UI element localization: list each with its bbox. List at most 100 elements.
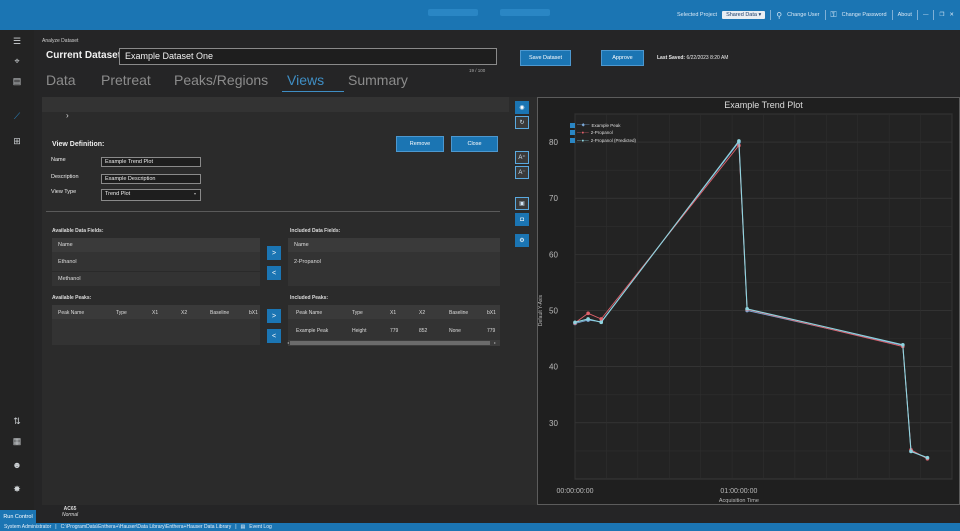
grid-icon[interactable]: ⊞ xyxy=(8,134,26,148)
description-label: Description xyxy=(51,174,79,180)
cell-x2[interactable]: 852 xyxy=(419,328,427,334)
analyze-chart-icon[interactable]: ⟋ xyxy=(8,109,26,123)
legend-item[interactable]: —●— 2-Propanol xyxy=(570,130,613,135)
window-tab[interactable] xyxy=(500,9,550,16)
menu-icon[interactable]: ☰ xyxy=(8,34,26,48)
last-saved-value: 6/22/2023 8:20 AM xyxy=(686,55,729,61)
y-tick-label: 50 xyxy=(549,307,558,316)
remove-button[interactable]: Remove xyxy=(396,136,444,152)
data-point xyxy=(573,320,577,325)
project-select-value: Shared Data xyxy=(726,12,757,18)
included-fields-grid: Name 2-Propanol xyxy=(288,238,500,286)
lock-icon: ⚿ xyxy=(830,10,837,19)
instrument-mode: Normal xyxy=(62,512,79,518)
close-window-icon[interactable]: ✕ xyxy=(949,12,954,18)
chart-title: Example Trend Plot xyxy=(724,100,803,110)
tab-peaks-regions[interactable]: Peaks/Regions xyxy=(174,72,268,88)
grid-header: Name xyxy=(52,238,260,252)
col-x2: X2 xyxy=(181,310,188,316)
divider xyxy=(824,10,826,20)
camera-icon[interactable]: ◘ xyxy=(515,213,529,226)
data-point xyxy=(745,307,749,311)
restore-icon[interactable]: ❐ xyxy=(939,12,944,18)
tab-summary[interactable]: Summary xyxy=(348,72,408,88)
font-decrease-icon[interactable]: A⁻ xyxy=(515,166,529,179)
data-point xyxy=(586,311,590,316)
list-item[interactable]: 2-Propanol xyxy=(288,255,500,269)
available-peaks-title: Available Peaks: xyxy=(52,295,92,301)
settings-icon[interactable]: ✸ xyxy=(8,482,26,496)
project-label: Selected Project xyxy=(677,12,718,18)
scroll-left-icon[interactable]: ◂ xyxy=(287,340,289,345)
remove-peak-button[interactable]: < xyxy=(267,329,281,343)
window-tab[interactable] xyxy=(428,9,478,16)
cell-x1[interactable]: 779 xyxy=(390,328,398,334)
cell-type[interactable]: Height xyxy=(352,328,366,334)
tab-data[interactable]: Data xyxy=(46,72,76,88)
col-x1: X1 xyxy=(152,310,159,316)
chevron-down-icon: ▾ xyxy=(194,191,197,196)
save-dataset-button[interactable]: Save Dataset xyxy=(520,50,571,66)
view-definition-title: View Definition: xyxy=(52,141,105,148)
description-input[interactable]: Example Description xyxy=(101,174,201,184)
col-type: Type xyxy=(116,310,127,316)
settings-grid-icon[interactable]: ⚙ xyxy=(515,234,529,247)
status-user: System Administrator xyxy=(4,524,52,530)
event-log-link[interactable]: Event Log xyxy=(249,524,272,530)
users-icon[interactable]: ☻ xyxy=(8,458,26,472)
font-increase-icon[interactable]: A⁺ xyxy=(515,151,529,164)
cell-bx1[interactable]: 779 xyxy=(487,328,495,334)
trend-chart[interactable]: 30 40 50 60 70 80 00:00:00:00 01:00:00:00 Exampl… xyxy=(537,97,960,505)
database-icon[interactable]: ▤ xyxy=(8,74,26,88)
tab-pretreat[interactable]: Pretreat xyxy=(101,72,151,88)
add-field-button[interactable]: > xyxy=(267,246,281,260)
cell-peak-name[interactable]: Example Peak xyxy=(296,328,328,334)
checkbox-icon[interactable] xyxy=(570,122,575,128)
refresh-icon[interactable]: ↻ xyxy=(515,116,529,129)
change-user-link[interactable]: Change User xyxy=(787,12,819,18)
minimize-icon[interactable]: — xyxy=(923,12,929,18)
data-point xyxy=(737,139,741,143)
char-count: 19 / 100 xyxy=(469,68,486,73)
eye-icon[interactable]: ◉ xyxy=(515,101,529,114)
y-tick-label: 40 xyxy=(549,363,558,372)
list-item[interactable]: Methanol xyxy=(52,271,260,285)
last-saved: Last Saved: 6/22/2023 8:20 AM xyxy=(657,55,728,61)
y-tick-label: 30 xyxy=(549,419,558,428)
close-button[interactable]: Close xyxy=(451,136,498,152)
image-export-icon[interactable]: ▣ xyxy=(515,197,529,210)
status-path: C:\ProgramData\Enthera+\Hauser\Data Libr… xyxy=(60,524,232,530)
tab-views[interactable]: Views xyxy=(287,72,324,88)
view-type-label: View Type xyxy=(51,189,77,195)
legend-item[interactable]: —●— 2-Propanol (Predicted) xyxy=(570,138,636,143)
view-type-select[interactable]: Trend Plot xyxy=(101,189,201,201)
col-peak-name: Peak Name xyxy=(58,310,85,316)
checkbox-icon[interactable] xyxy=(570,130,575,135)
scrollbar-thumb[interactable] xyxy=(290,341,490,345)
project-select[interactable]: Shared Data ▾ xyxy=(722,11,766,19)
event-log-icon[interactable]: ▤ xyxy=(241,524,246,530)
list-item[interactable]: Ethanol xyxy=(52,255,260,269)
data-point xyxy=(901,342,905,347)
data-point xyxy=(909,449,913,454)
report-icon[interactable]: ▦ xyxy=(8,434,26,448)
checkbox-icon[interactable] xyxy=(570,138,575,143)
workflow-icon[interactable]: ⇅ xyxy=(8,414,26,428)
dataset-name-input[interactable]: Example Dataset One xyxy=(119,48,497,65)
legend-swatch: —●— xyxy=(577,138,589,143)
approve-button[interactable]: Approve xyxy=(601,50,644,66)
scroll-right-icon[interactable]: ▸ xyxy=(494,340,496,345)
run-control-button[interactable]: Run Control xyxy=(0,510,36,523)
cell-baseline[interactable]: None xyxy=(449,328,461,334)
name-input[interactable]: Example Trend Plot xyxy=(101,157,201,167)
change-password-link[interactable]: Change Password xyxy=(842,12,887,18)
about-link[interactable]: About xyxy=(898,12,912,18)
chevron-right-icon[interactable]: › xyxy=(66,111,69,120)
instrument-icon[interactable]: ⌖ xyxy=(8,54,26,68)
legend-label: Example Peak xyxy=(591,122,621,128)
legend-item[interactable]: —◆— Example Peak xyxy=(570,122,620,128)
title-bar: Selected Project Shared Data ▾ ⚲ Change … xyxy=(0,0,960,30)
y-tick-label: 80 xyxy=(549,138,558,147)
add-peak-button[interactable]: > xyxy=(267,309,281,323)
remove-field-button[interactable]: < xyxy=(267,266,281,280)
